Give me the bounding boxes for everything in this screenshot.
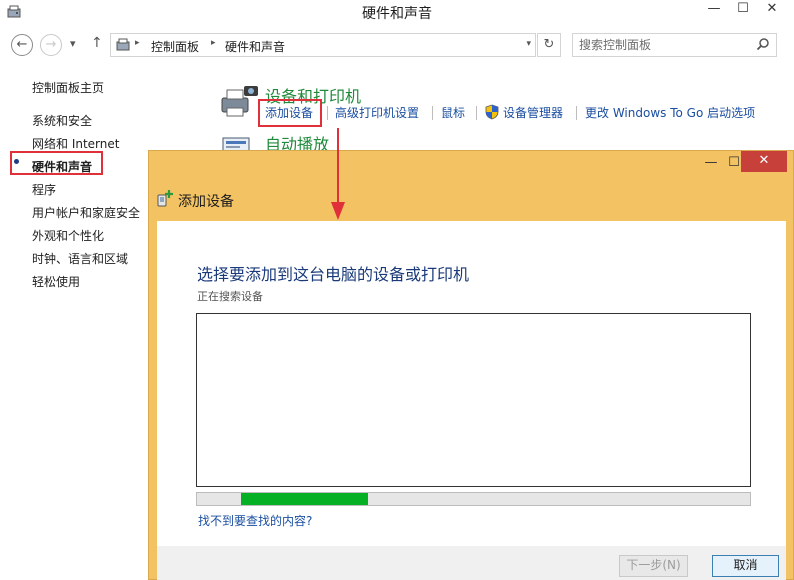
annotation-arrow	[331, 128, 345, 220]
search-icon[interactable]	[756, 37, 770, 51]
control-panel-icon	[116, 38, 130, 51]
breadcrumb-separator: ▸	[211, 38, 216, 48]
dialog-footer: 下一步(N) 取消	[157, 546, 786, 580]
up-button[interactable]: ↑	[91, 35, 103, 51]
add-device-dialog: — ☐ ✕ 添加设备 选择要添加到这台电脑的设备或打印机 正在搜索设备 找不到要…	[148, 150, 794, 580]
progress-fill	[241, 493, 369, 505]
cancel-button[interactable]: 取消	[712, 555, 779, 577]
device-manager-link[interactable]: 设备管理器	[503, 104, 563, 121]
search-progress-bar	[196, 492, 751, 506]
address-dropdown-icon[interactable]: ▾	[526, 39, 531, 49]
minimize-button[interactable]: —	[700, 0, 728, 20]
search-box[interactable]	[572, 33, 777, 57]
add-device-icon	[157, 190, 173, 207]
breadcrumb-separator: ▸	[135, 38, 140, 48]
back-button[interactable]: ←	[11, 34, 33, 56]
maximize-button[interactable]: ☐	[729, 0, 757, 20]
sidebar-item-network[interactable]: 网络和 Internet	[32, 135, 119, 152]
address-row: ← → ▾ ↑ ▸ 控制面板 ▸ 硬件和声音 ▾ ↻	[0, 30, 794, 60]
recent-pages-button[interactable]: ▾	[70, 37, 76, 50]
forward-button[interactable]: →	[40, 34, 62, 56]
highlight-box	[258, 99, 322, 127]
link-divider	[576, 106, 577, 120]
window-title: 硬件和声音	[362, 6, 432, 22]
shield-icon	[485, 104, 499, 120]
next-button[interactable]: 下一步(N)	[619, 555, 688, 577]
dialog-close-button[interactable]: ✕	[741, 151, 787, 172]
highlight-box	[10, 151, 103, 175]
address-bar[interactable]: ▸ 控制面板 ▸ 硬件和声音 ▾	[110, 33, 536, 57]
sidebar-item-ease-of-access[interactable]: 轻松使用	[32, 273, 80, 290]
help-link[interactable]: 找不到要查找的内容?	[198, 512, 312, 529]
link-divider	[432, 106, 433, 120]
breadcrumb-hardware-sound[interactable]: 硬件和声音	[225, 38, 285, 55]
sidebar-item-appearance[interactable]: 外观和个性化	[32, 227, 104, 244]
refresh-button[interactable]: ↻	[537, 33, 561, 57]
device-list[interactable]	[196, 313, 751, 487]
dialog-body: 选择要添加到这台电脑的设备或打印机 正在搜索设备 找不到要查找的内容?	[157, 221, 786, 546]
link-divider	[476, 106, 477, 120]
sidebar-item-system-security[interactable]: 系统和安全	[32, 112, 92, 129]
printer-icon[interactable]	[218, 84, 260, 120]
dialog-heading: 选择要添加到这台电脑的设备或打印机	[197, 265, 470, 284]
advanced-printer-settings-link[interactable]: 高级打印机设置	[335, 104, 419, 121]
sidebar-item-user-accounts[interactable]: 用户帐户和家庭安全	[32, 204, 140, 221]
windows-to-go-link[interactable]: 更改 Windows To Go 启动选项	[585, 104, 755, 121]
search-input[interactable]	[579, 37, 749, 53]
control-panel-window: 硬件和声音 — ☐ ✕ ← → ▾ ↑ ▸ 控制面板 ▸ 硬件和声音 ▾ ↻ 搜…	[0, 0, 794, 580]
sidebar-item-programs[interactable]: 程序	[32, 181, 56, 198]
sidebar-item-home[interactable]: 控制面板主页	[32, 79, 104, 96]
sidebar-item-clock-language[interactable]: 时钟、语言和区域	[32, 250, 128, 267]
breadcrumb-control-panel[interactable]: 控制面板	[151, 38, 199, 55]
link-divider	[327, 106, 328, 120]
close-button[interactable]: ✕	[758, 0, 786, 20]
dialog-minimize-button[interactable]: —	[697, 153, 725, 173]
mouse-link[interactable]: 鼠标	[441, 104, 465, 121]
search-status: 正在搜索设备	[197, 290, 263, 303]
title-bar: 硬件和声音 — ☐ ✕	[0, 0, 794, 26]
dialog-title: 添加设备	[178, 194, 234, 210]
